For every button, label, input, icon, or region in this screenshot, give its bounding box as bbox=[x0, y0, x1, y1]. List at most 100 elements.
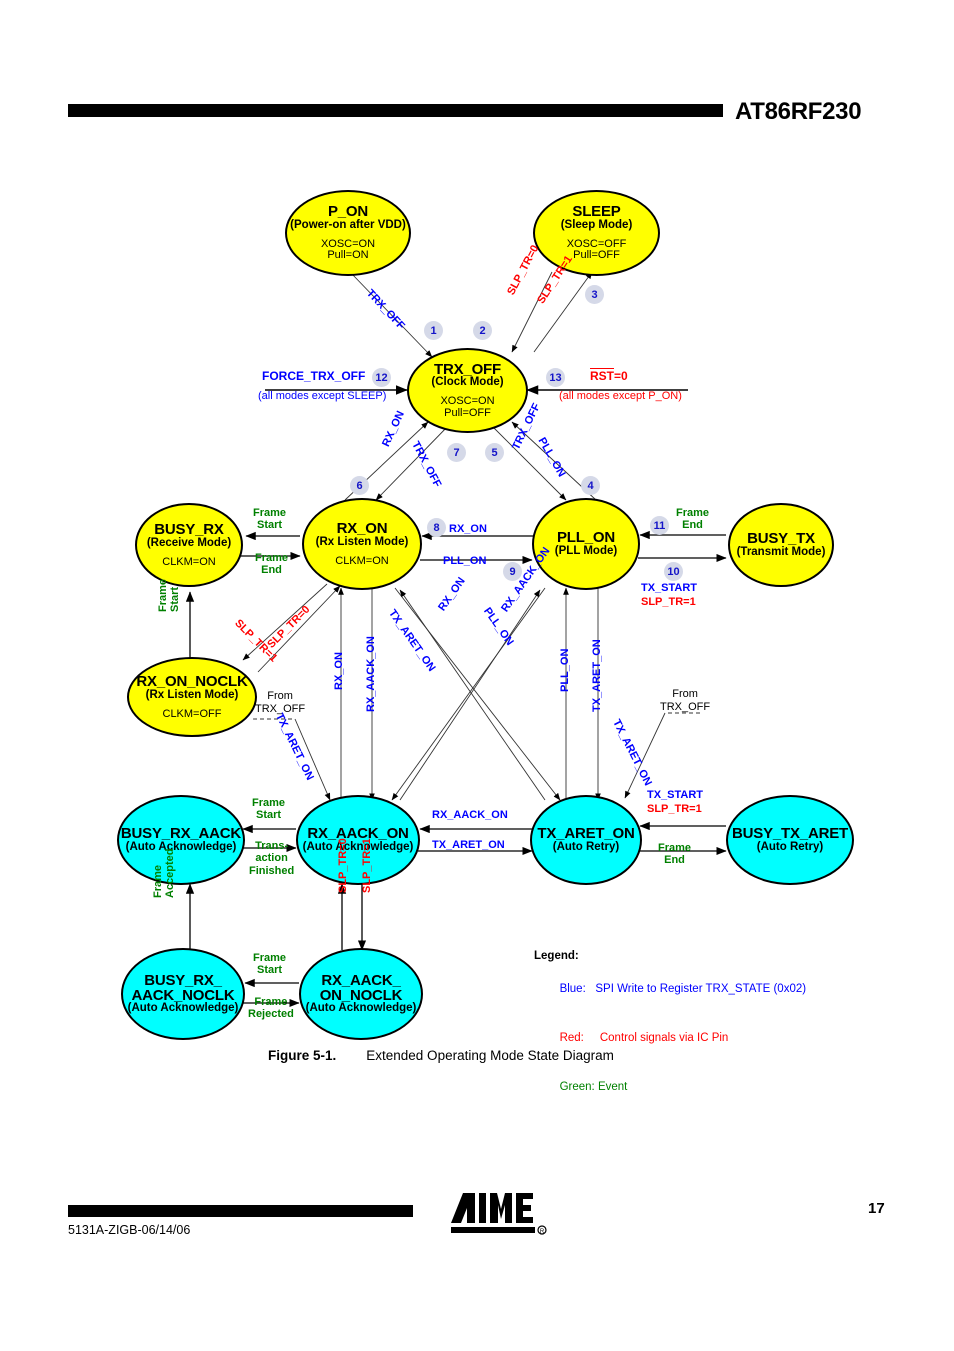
state-attrs: CLKM=ON bbox=[335, 554, 389, 567]
figure-title: Extended Operating Mode State Diagram bbox=[366, 1048, 614, 1063]
state-name: RX_ON bbox=[336, 520, 388, 537]
state-name: RX_AACK_ON bbox=[307, 825, 409, 843]
state-attrs: XOSC=ON Pull=OFF bbox=[440, 395, 495, 419]
edge-label-frame-end-busyrx: Frame End bbox=[255, 552, 289, 576]
state-rx-aack-on-noclk[interactable]: RX_AACK_ ON_NOCLK (Auto Acknowledge) bbox=[299, 948, 423, 1040]
badge-10: 10 bbox=[664, 562, 683, 581]
edge-label-tx-aret-on-vert: TX_ARET_ON bbox=[591, 639, 603, 712]
badge-1: 1 bbox=[424, 321, 443, 340]
page-number: 17 bbox=[868, 1200, 885, 1217]
badge-5: 5 bbox=[485, 443, 504, 462]
edge-label-slp-tr-1-aret: SLP_TR=1 bbox=[647, 803, 702, 815]
edge-label-tx-aret-on-row: TX_ARET_ON bbox=[432, 839, 505, 851]
state-p-on[interactable]: P_ON (Power-on after VDD) XOSC=ON Pull=O… bbox=[285, 190, 411, 276]
state-attrs: CLKM=OFF bbox=[162, 707, 222, 720]
state-pll-on[interactable]: PLL_ON (PLL Mode) bbox=[532, 498, 640, 590]
state-attrs: XOSC=ON Pull=ON bbox=[320, 237, 376, 262]
edge-label-slp-tr-0-aack: SLP_TR=0 bbox=[337, 838, 349, 893]
state-busy-tx[interactable]: BUSY_TX (Transmit Mode) bbox=[728, 503, 834, 587]
figure-caption: Figure 5-1. Extended Operating Mode State… bbox=[268, 1048, 614, 1063]
edge-label-from-trx-off-right: From TRX_OFF bbox=[660, 688, 711, 713]
state-mode: (Auto Acknowledge) bbox=[125, 840, 237, 853]
legend-text-green: Event bbox=[597, 1080, 628, 1093]
edge-label-frame-start-noclk: Frame Start bbox=[157, 578, 182, 612]
badge-12: 12 bbox=[372, 368, 391, 387]
state-mode: (Transmit Mode) bbox=[736, 545, 826, 558]
badge-8: 8 bbox=[427, 518, 446, 537]
atmel-logo: R bbox=[451, 1193, 547, 1235]
edge-label-pll-on-vert: PLL_ON bbox=[559, 648, 571, 692]
badge-6: 6 bbox=[350, 476, 369, 495]
edge-label-rx-on-mid: RX_ON bbox=[449, 523, 487, 535]
legend: Legend: Blue: SPI Write to Register TRX_… bbox=[534, 948, 806, 1111]
state-rx-aack-on[interactable]: RX_AACK_ON (Auto Acknowledge) bbox=[296, 795, 420, 885]
state-sleep[interactable]: SLEEP (Sleep Mode) XOSC=OFF Pull=OFF bbox=[533, 190, 660, 276]
state-mode: (Sleep Mode) bbox=[560, 218, 633, 231]
state-mode: (Auto Acknowledge) bbox=[302, 840, 414, 853]
state-name: BUSY_RX bbox=[154, 521, 224, 538]
state-name: RX_ON_NOCLK bbox=[136, 673, 248, 690]
state-name: BUSY_RX_ bbox=[144, 972, 222, 990]
edge-label-force-note: (all modes except SLEEP) bbox=[258, 390, 387, 402]
state-mode: (Clock Mode) bbox=[431, 376, 504, 389]
state-mode: (Auto Acknowledge) bbox=[305, 1002, 417, 1015]
state-mode: (Rx Listen Mode) bbox=[315, 535, 409, 548]
state-busy-rx-aack[interactable]: BUSY_RX_AACK (Auto Acknowledge) bbox=[117, 795, 245, 885]
state-name: BUSY_RX_AACK bbox=[120, 825, 242, 843]
state-trx-off[interactable]: TRX_OFF (Clock Mode) XOSC=ON Pull=OFF bbox=[407, 348, 528, 433]
state-name: TX_ARET_ON bbox=[537, 825, 635, 843]
edge-label-slp-tr-1-aack: SLP_TR=1 bbox=[361, 838, 373, 893]
state-name: TRX_OFF bbox=[434, 360, 501, 378]
state-mode: (Receive Mode) bbox=[146, 536, 232, 549]
badge-3: 3 bbox=[585, 285, 604, 304]
legend-title: Legend: bbox=[534, 950, 579, 962]
edge-label-frame-accepted: Frame Accepted bbox=[152, 848, 177, 898]
state-busy-tx-aret[interactable]: BUSY_TX_ARET (Auto Retry) bbox=[726, 795, 854, 885]
footer-rule bbox=[68, 1205, 413, 1217]
edge-label-slp-tr-1-tx: SLP_TR=1 bbox=[641, 596, 696, 608]
badge-4: 4 bbox=[581, 476, 600, 495]
state-name-line2: ON_NOCLK bbox=[319, 987, 403, 1005]
edge-label-frame-start-aack: Frame Start bbox=[252, 797, 286, 821]
edge-label-force-trx-off: FORCE_TRX_OFF bbox=[262, 369, 366, 383]
edge-label-rx-aack-on-row: RX_AACK_ON bbox=[432, 809, 508, 821]
state-rx-on[interactable]: RX_ON (Rx Listen Mode) CLKM=ON bbox=[302, 498, 422, 590]
edge-label-rx-on-vert: RX_ON bbox=[333, 652, 345, 690]
legend-row-green: Green: Event bbox=[534, 1062, 806, 1111]
badge-11: 11 bbox=[650, 516, 669, 535]
badge-7: 7 bbox=[447, 443, 466, 462]
legend-key-blue: Blue: bbox=[559, 982, 586, 995]
state-busy-rx[interactable]: BUSY_RX (Receive Mode) CLKM=ON bbox=[135, 503, 243, 587]
edge-label-frame-end-aret: Frame End bbox=[658, 842, 692, 866]
figure-number: Figure 5-1. bbox=[268, 1048, 337, 1063]
state-name: P_ON bbox=[327, 203, 369, 221]
legend-row-blue: Blue: SPI Write to Register TRX_STATE (0… bbox=[534, 964, 807, 1013]
state-tx-aret-on[interactable]: TX_ARET_ON (Auto Retry) bbox=[530, 795, 642, 885]
state-mode: (Rx Listen Mode) bbox=[145, 688, 239, 701]
state-name: PLL_ON bbox=[557, 529, 615, 547]
edge-label-rst-0: RST=0 bbox=[590, 369, 628, 383]
state-mode: (PLL Mode) bbox=[554, 544, 618, 557]
edge-label-frame-rejected: Frame Rejected bbox=[248, 996, 294, 1020]
edge-label-frame-start-noclk2: Frame Start bbox=[253, 952, 287, 976]
legend-text-red: Control signals via IC Pin bbox=[599, 1031, 729, 1044]
badge-13: 13 bbox=[546, 368, 565, 387]
svg-text:R: R bbox=[540, 1229, 545, 1235]
state-diagram: P_ON (Power-on after VDD) XOSC=ON Pull=O… bbox=[0, 0, 954, 1093]
state-mode: (Auto Retry) bbox=[552, 840, 620, 853]
state-name: SLEEP bbox=[572, 203, 621, 221]
state-name: BUSY_TX_ARET bbox=[732, 825, 848, 843]
state-busy-rx-aack-noclk[interactable]: BUSY_RX_ AACK_NOCLK (Auto Acknowledge) bbox=[121, 948, 245, 1040]
datasheet-page: AT86RF230 P_ON (Power-on after VDD) XOSC… bbox=[0, 0, 954, 1351]
document-code: 5131A-ZIGB-06/14/06 bbox=[68, 1223, 191, 1237]
state-attrs: XOSC=OFF Pull=OFF bbox=[566, 237, 627, 262]
state-rx-on-noclk[interactable]: RX_ON_NOCLK (Rx Listen Mode) CLKM=OFF bbox=[127, 657, 257, 737]
edge-label-transaction-finished: Trans- action Finished bbox=[249, 840, 295, 877]
state-name: RX_AACK_ bbox=[321, 972, 401, 990]
legend-text-blue: SPI Write to Register TRX_STATE (0x02) bbox=[595, 982, 807, 995]
edge-label-pll-on-mid: PLL_ON bbox=[443, 555, 487, 567]
edge-label-from-trx-off-left: From TRX_OFF bbox=[255, 690, 306, 715]
edge-label-rx-aack-on-vert: RX_AACK_ON bbox=[365, 636, 377, 712]
state-attrs: CLKM=ON bbox=[162, 555, 216, 568]
edge-label-tx-start: TX_START bbox=[641, 582, 698, 594]
